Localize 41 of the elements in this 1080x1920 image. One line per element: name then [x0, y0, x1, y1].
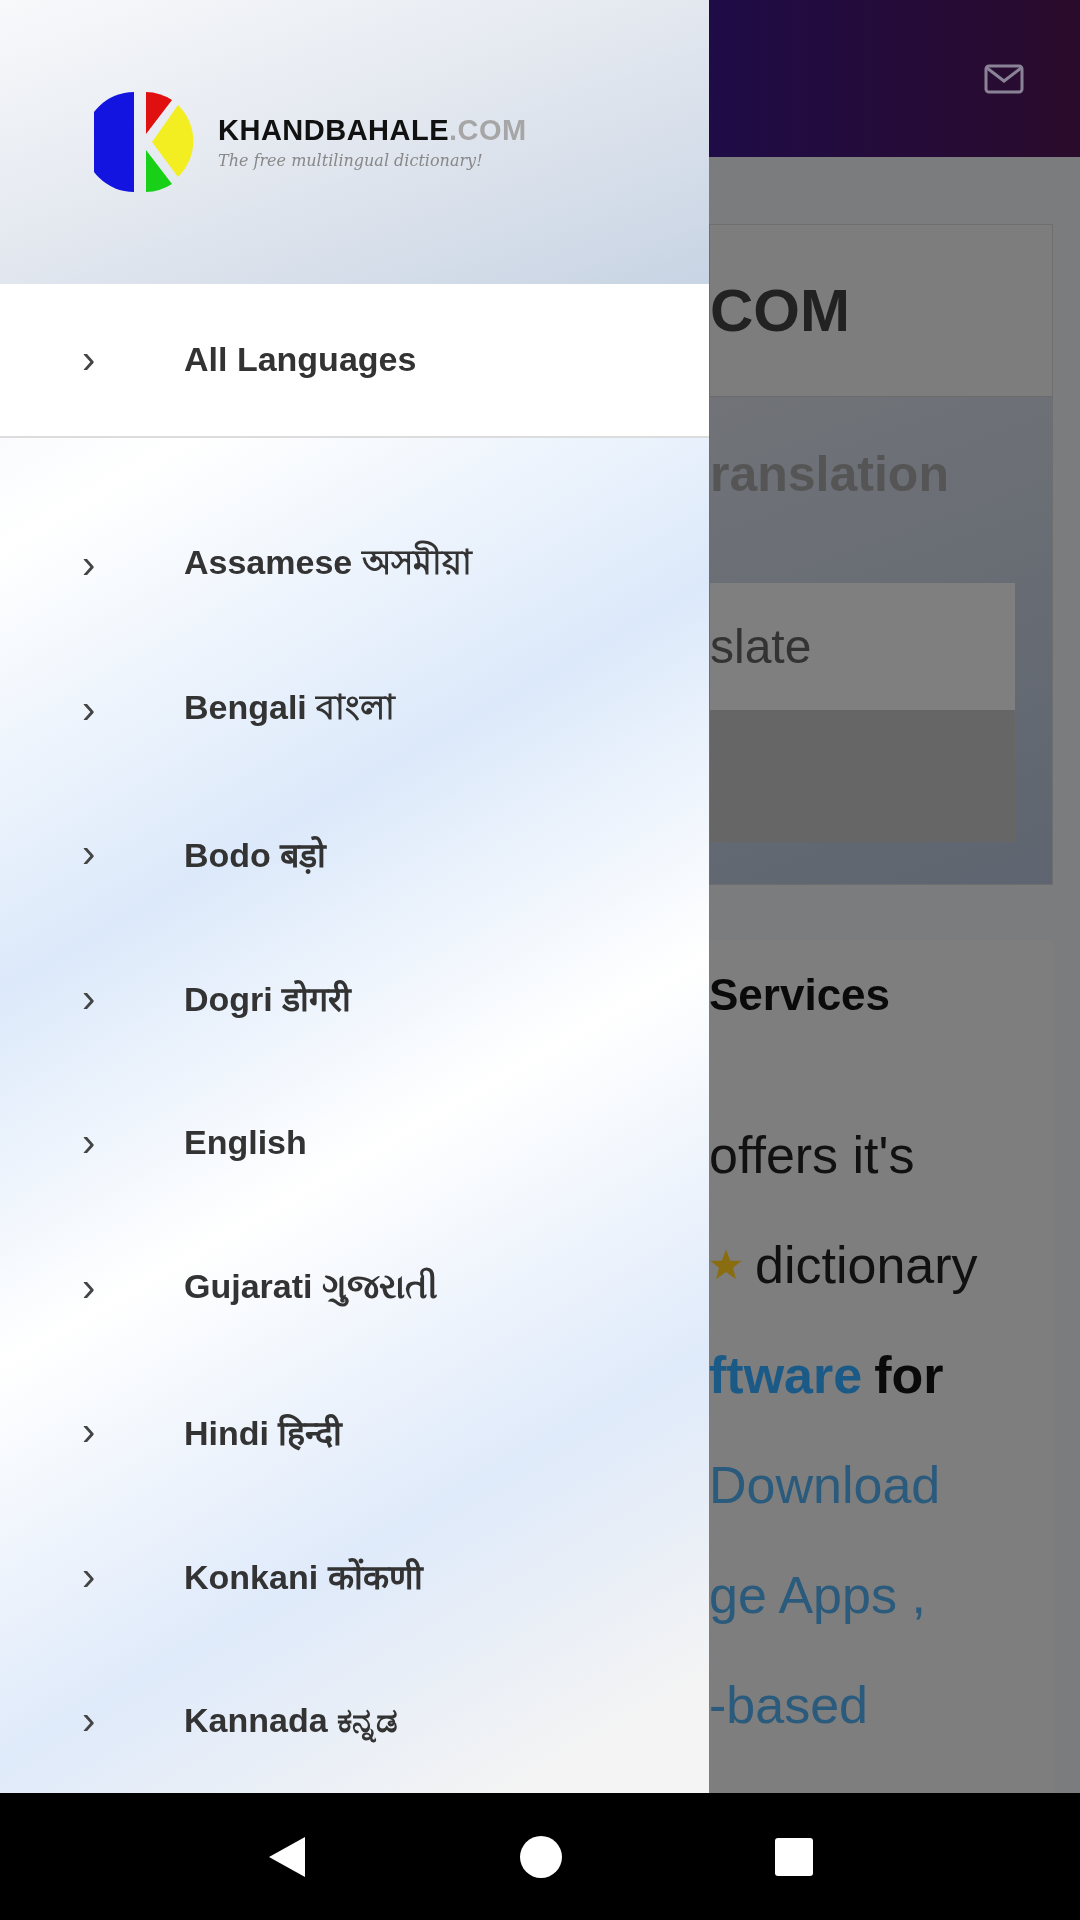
- language-item[interactable]: › Kannada ಕನ್ನಡ: [0, 1648, 709, 1793]
- menu-item[interactable]: › All Languages: [0, 284, 709, 438]
- mail-icon[interactable]: [984, 63, 1024, 94]
- chevron-icon: ›: [0, 542, 184, 588]
- chevron-icon: ›: [0, 1120, 184, 1166]
- language-item[interactable]: › Bodo बड़ो: [0, 781, 709, 926]
- language-label: Bodo बड़ो: [184, 834, 327, 876]
- body-text: dictionary: [755, 1235, 978, 1295]
- language-label: Konkani कोंकणी: [184, 1557, 423, 1599]
- services-title: Services: [709, 970, 892, 1020]
- chevron-icon: ›: [0, 975, 184, 1021]
- chevron-icon: ›: [0, 1553, 184, 1599]
- language-item[interactable]: › Gujarati ગુજરાતી: [0, 1215, 709, 1360]
- chevron-icon: ›: [0, 831, 184, 877]
- language-label: Hindi हिन्दी: [184, 1412, 343, 1454]
- logo-name: KHANDBAHALE.COM: [218, 114, 527, 148]
- chevron-icon: ›: [0, 686, 184, 732]
- recents-icon[interactable]: [775, 1837, 814, 1876]
- body-text: for: [874, 1345, 944, 1405]
- language-label: Bengali বাংলা: [184, 686, 396, 728]
- chevron-icon: ›: [0, 337, 184, 383]
- language-item[interactable]: › Assamese অসমীয়া: [0, 492, 709, 637]
- chevron-icon: ›: [0, 1264, 184, 1310]
- language-item[interactable]: › English: [0, 1070, 709, 1215]
- chevron-icon: ›: [0, 1409, 184, 1455]
- language-item[interactable]: › Konkani कोंकणी: [0, 1504, 709, 1649]
- language-item[interactable]: › Hindi हिन्दी: [0, 1359, 709, 1504]
- body-text: offers it's: [709, 1125, 915, 1185]
- chevron-icon: ›: [0, 1698, 184, 1744]
- language-label: Dogri डोगरी: [184, 979, 352, 1021]
- language-label: Kannada ಕನ್ನಡ: [184, 1700, 399, 1741]
- language-label: English: [184, 1123, 307, 1163]
- logo-tagline: The free multilingual dictionary!: [218, 151, 484, 171]
- language-label: Gujarati ગુજરાતી: [184, 1267, 438, 1308]
- card-title: COM: [710, 276, 850, 345]
- menu-item-label: All Languages: [184, 340, 417, 380]
- language-item[interactable]: › Dogri डोगरी: [0, 926, 709, 1071]
- language-item[interactable]: › Bengali বাংলা: [0, 637, 709, 782]
- language-label: Assamese অসমীয়া: [184, 536, 472, 594]
- home-icon[interactable]: [520, 1835, 562, 1878]
- star-icon: [709, 1248, 743, 1282]
